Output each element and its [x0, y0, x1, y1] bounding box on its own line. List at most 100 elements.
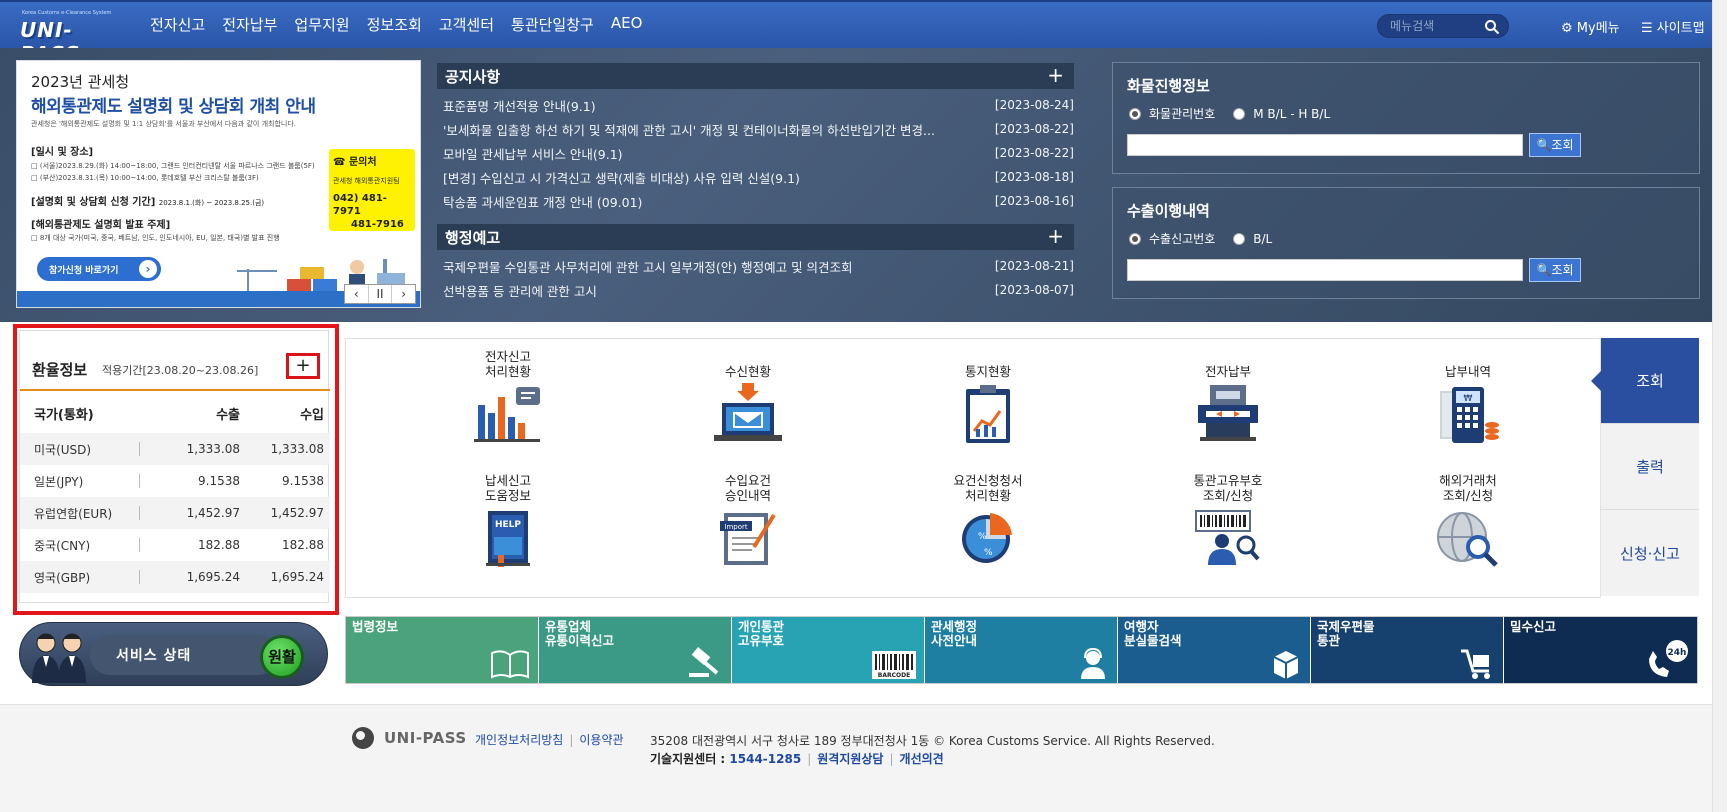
- operator-icon: [1081, 647, 1105, 679]
- apply-button-label: 참가신청 바로가기: [49, 266, 119, 276]
- banner-prev-button[interactable]: ‹: [345, 285, 369, 303]
- remote-support-link[interactable]: 원격지원상담: [817, 752, 883, 766]
- terms-link[interactable]: 이용약관: [579, 733, 623, 747]
- main-menu: 전자신고 전자납부 업무지원 정보조회 고객센터 통관단일창구 AEO: [150, 14, 659, 35]
- event-banner[interactable]: 2023년 관세청 해외통관제도 설명회 및 상담회 개최 안내 관세청은 '해…: [16, 60, 421, 308]
- cargo-radio-group: 화물관리번호 M B/L - H B/L: [1129, 105, 1348, 122]
- grid-item-epayment[interactable]: 전자납부: [1148, 349, 1308, 445]
- menu-item-customer-center[interactable]: 고객센터: [439, 14, 494, 35]
- banner-title-highlight: 해외통관제도 설명회 및 상담회: [31, 97, 245, 117]
- apply-button[interactable]: 참가신청 바로가기 ›: [37, 257, 161, 281]
- grid-item-customs-code[interactable]: 통관고유부호 조회/신청: [1148, 473, 1308, 569]
- grid-item-notice-status[interactable]: 통지현황: [908, 349, 1068, 445]
- export-radio-group: 수출신고번호 B/L: [1129, 230, 1290, 247]
- export-search-input[interactable]: [1127, 259, 1523, 281]
- banner-contact-phone: 042) 481-7971 481-7916: [333, 193, 404, 230]
- notice-item[interactable]: '보세화물 입출항 하선 하기 및 적재에 관한 고시' 개정 및 컨테이너화물…: [437, 117, 1074, 141]
- tile-intl-mail[interactable]: 국제우편물 통관: [1311, 617, 1504, 683]
- banner-topics-line: □ 8개 대상 국가(미국, 중국, 베트남, 인도, 인도네시아, EU, 일…: [31, 234, 280, 242]
- export-search-button[interactable]: 🔍조회: [1529, 258, 1581, 282]
- service-icon-grid: 전자신고 처리현황 수신현황 통지현황 전자납부 납부내역 ₩ 납세신고 도움정…: [345, 338, 1601, 598]
- notice-header: 공지사항 +: [437, 63, 1074, 89]
- my-menu-button[interactable]: ⚙ My메뉴: [1561, 17, 1620, 36]
- menu-item-info-inquiry[interactable]: 정보조회: [367, 14, 422, 35]
- tab-apply-declare[interactable]: 신청·신고: [1601, 510, 1699, 596]
- menu-item-e-payment[interactable]: 전자납부: [222, 14, 277, 35]
- unipass-logo[interactable]: Korea Customs e-Clearance System UNI-PAS…: [18, 10, 122, 66]
- search-icon: 🔍: [1536, 263, 1552, 277]
- admin-notice-panel: 행정예고 + 국제우편물 수입통관 사무처리에 관한 고시 일부개정(안) 행정…: [437, 224, 1074, 302]
- grid-item-receive-status[interactable]: 수신현황: [668, 349, 828, 445]
- table-row: 미국(USD) 1,333.08 1,333.08: [20, 433, 330, 465]
- footer-logo-text: UNI-PASS: [384, 729, 467, 747]
- grid-item-edecl-status[interactable]: 전자신고 처리현황: [428, 349, 588, 445]
- support-phone: 1544-1285: [729, 752, 802, 766]
- grid-item-overseas-partner[interactable]: 해외거래처 조회/신청: [1388, 473, 1548, 569]
- notice-item[interactable]: 모바일 관세납부 서비스 안내(9.1) [2023-08-22]: [437, 141, 1074, 165]
- notice-item[interactable]: 탁송품 과세운임표 개정 안내 (09.01) [2023-08-16]: [437, 189, 1074, 213]
- grid-item-requirement-status[interactable]: 요건신청청서 처리현황 % %: [908, 473, 1068, 569]
- tile-distribution-report[interactable]: 유통업체 유통이력신고: [539, 617, 732, 683]
- svg-text:HELP: HELP: [495, 520, 521, 530]
- notice-item[interactable]: [변경] 수입신고 시 가격신고 생략(제출 비대상) 사유 입력 신설(9.1…: [437, 165, 1074, 189]
- cargo-search-button[interactable]: 🔍조회: [1529, 133, 1581, 157]
- banner-section-topics: [해외통관제도 설명회 발표 주제]: [31, 220, 171, 231]
- privacy-policy-link[interactable]: 개인정보처리방침: [475, 733, 563, 747]
- footer-links: 개인정보처리방침 | 이용약관: [475, 733, 624, 747]
- menu-item-aeo[interactable]: AEO: [611, 14, 643, 35]
- cargo-progress-panel: 화물진행정보 화물관리번호 M B/L - H B/L 🔍조회: [1112, 62, 1700, 174]
- cargo-radio-mgmt-no[interactable]: 화물관리번호: [1129, 105, 1215, 122]
- tab-print[interactable]: 출력: [1601, 424, 1699, 510]
- menu-item-e-declaration[interactable]: 전자신고: [150, 14, 205, 35]
- exchange-more-button[interactable]: +: [286, 353, 320, 379]
- tile-smuggling-report[interactable]: 밀수신고 24h: [1504, 617, 1697, 683]
- menu-item-work-support[interactable]: 업무지원: [294, 14, 349, 35]
- menu-item-single-window[interactable]: 통관단일창구: [511, 14, 594, 35]
- cargo-search-input[interactable]: [1127, 134, 1523, 156]
- export-radio-decl-no[interactable]: 수출신고번호: [1129, 230, 1215, 247]
- hamburger-icon: ☰: [1641, 21, 1653, 36]
- gear-icon: ⚙: [1561, 21, 1573, 36]
- staff-people-icon: [32, 633, 86, 683]
- grid-item-tax-help[interactable]: 납세신고 도움정보 HELP: [428, 473, 588, 569]
- notice-item[interactable]: 표준품명 개선적용 안내(9.1) [2023-08-24]: [437, 93, 1074, 117]
- banner-year: 2023년 관세청: [31, 73, 130, 91]
- notice-more-button[interactable]: +: [1047, 63, 1064, 87]
- grid-item-import-approval[interactable]: 수입요건 승인내역 Import: [668, 473, 828, 569]
- my-menu-label: My메뉴: [1576, 21, 1620, 36]
- box-icon: [1273, 651, 1299, 679]
- svg-text:%: %: [978, 532, 987, 542]
- banner-pause-button[interactable]: II: [369, 285, 393, 303]
- barcode-icon: BARCODE: [872, 651, 916, 679]
- tab-inquiry[interactable]: 조회: [1591, 338, 1699, 424]
- table-row: 중국(CNY) 182.88 182.88: [34, 538, 324, 553]
- admin-notice-item[interactable]: 국제우편물 수입통관 사무처리에 관한 고시 일부개정(안) 행정예고 및 의견…: [437, 254, 1074, 278]
- banner-schedule-busan: □ (부산)2023.8.31.(목) 10:00~14:00, 롯데호텔 부산…: [31, 174, 259, 182]
- tile-personal-customs-code[interactable]: 개인통관 고유부호 BARCODE: [732, 617, 925, 683]
- cargo-radio-bl[interactable]: M B/L - H B/L: [1233, 105, 1330, 122]
- sitemap-button[interactable]: ☰ 사이트맵: [1641, 17, 1705, 36]
- tile-lost-items[interactable]: 여행자 분실물검색: [1118, 617, 1311, 683]
- banner-schedule-seoul: □ (서울)2023.8.29.(화) 14:00~18:00, 그랜드 인터컨…: [31, 162, 315, 170]
- banner-next-button[interactable]: ›: [392, 285, 415, 303]
- feedback-link[interactable]: 개선의견: [900, 752, 944, 766]
- book-icon: [491, 650, 529, 679]
- footer-logo: UNI-PASS: [352, 727, 467, 749]
- menu-search-input[interactable]: [1390, 19, 1486, 33]
- tile-law-info[interactable]: 법령정보: [346, 617, 539, 683]
- banner-title: 해외통관제도 설명회 및 상담회 개최 안내: [31, 92, 316, 117]
- phone-24h-icon: 24h: [1649, 640, 1688, 677]
- page-scrollbar[interactable]: [1712, 0, 1727, 812]
- notice-title: 공지사항: [445, 68, 501, 86]
- exchange-table-header: 국가(통화) 수출 수입: [34, 407, 324, 423]
- banner-section-schedule: [일시 및 장소]: [31, 147, 94, 158]
- search-icon[interactable]: [1484, 19, 1500, 35]
- banner-period-value: 2023.8.1.(화) ~ 2023.8.25.(금): [158, 199, 265, 207]
- grid-item-payment-history[interactable]: 납부내역 ₩: [1388, 349, 1548, 445]
- globe-search-icon: [1437, 512, 1498, 567]
- export-radio-bl[interactable]: B/L: [1233, 230, 1272, 247]
- admin-notice-more-button[interactable]: +: [1047, 224, 1064, 248]
- admin-notice-item[interactable]: 선박용품 등 관리에 관한 고시 [2023-08-07]: [437, 278, 1074, 302]
- tile-admin-guide[interactable]: 관세행정 사전안내: [925, 617, 1118, 683]
- svg-text:₩: ₩: [1464, 394, 1473, 404]
